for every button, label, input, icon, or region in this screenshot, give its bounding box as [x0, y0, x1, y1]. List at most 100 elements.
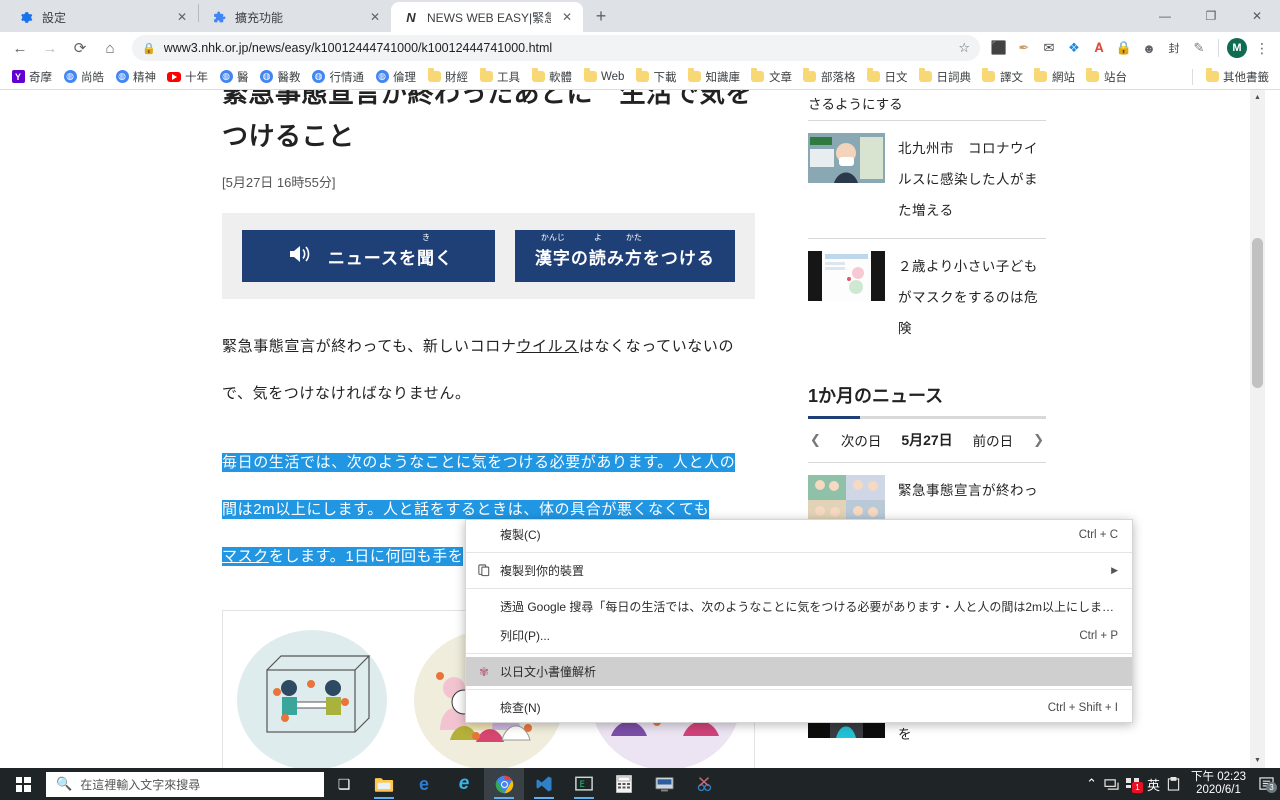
adobe-acrobat-extension-icon[interactable]: 𝐀 — [1088, 37, 1110, 59]
bookmark-folder[interactable]: 日文 — [861, 67, 912, 87]
bookmark-item[interactable]: ◍ 尚皓 — [58, 67, 109, 87]
eyedropper-extension-icon[interactable]: ✒ — [1013, 37, 1035, 59]
language-indicator[interactable]: 英 — [1147, 775, 1160, 794]
bookmark-folder[interactable]: 工具 — [474, 67, 525, 87]
search-icon: 🔍 — [56, 776, 73, 791]
taskbar-calculator[interactable] — [604, 768, 644, 800]
close-icon[interactable]: ✕ — [367, 9, 383, 25]
taskbar-remote-desktop[interactable] — [644, 768, 684, 800]
bookmark-folder[interactable]: Web — [578, 68, 629, 86]
taskbar-snipping-tool[interactable] — [684, 768, 724, 800]
close-icon[interactable]: ✕ — [174, 9, 190, 25]
taskbar-chrome[interactable] — [484, 768, 524, 800]
virus-link[interactable]: ウイルス — [516, 338, 578, 355]
tab-extensions[interactable]: 擴充功能 ✕ — [199, 2, 391, 32]
ime-icon[interactable]: 1 — [1126, 777, 1143, 793]
bookmark-item[interactable]: ◍ 行情通 — [307, 67, 370, 87]
bookmark-item[interactable]: ◍ 倫理 — [370, 67, 421, 87]
next-day-link[interactable]: 次の日 — [841, 430, 882, 450]
taskbar-edge-legacy[interactable]: e — [444, 768, 484, 800]
bookmark-folder[interactable]: 站台 — [1081, 67, 1132, 87]
screenshot-extension-icon[interactable]: ⬛ — [988, 37, 1010, 59]
day-navigation: ❮ 次の日 5月27日 前の日 ❯ — [808, 419, 1046, 463]
taskbar-edge-chromium[interactable]: e — [404, 768, 444, 800]
minimize-button[interactable]: — — [1142, 0, 1188, 32]
lastpass-extension-icon[interactable]: 🔒 — [1113, 37, 1135, 59]
new-tab-button[interactable]: + — [587, 2, 615, 30]
bookmark-folder[interactable]: 知識庫 — [682, 67, 745, 87]
clock[interactable]: 下午 02:23 2020/6/1 — [1187, 771, 1250, 797]
tab-settings[interactable]: 設定 ✕ — [6, 2, 198, 32]
bookmark-item[interactable]: Y 奇摩 — [6, 67, 57, 87]
window-close-button[interactable]: ✕ — [1234, 0, 1280, 32]
search-input[interactable]: 🔍 在這裡輸入文字來搜尋 — [46, 771, 324, 797]
seal-extension-icon[interactable]: 封 — [1163, 37, 1185, 59]
bookmark-folder[interactable]: 日詞典 — [913, 67, 976, 87]
other-bookmarks-folder[interactable]: 其他書籤 — [1200, 67, 1274, 87]
scrollbar-thumb[interactable] — [1252, 238, 1263, 388]
context-menu-item-copy[interactable]: 複製(C) Ctrl + C — [466, 520, 1132, 549]
context-menu-shortcut: Ctrl + P — [1079, 629, 1118, 642]
back-icon[interactable]: ← — [6, 34, 34, 62]
bookmarks-bar: Y 奇摩 ◍ 尚皓 ◍ 精神 十年 ◍ 醫 ◍ 醫教 ◍ 行情通 ◍ 倫理 財經 工具 軟體 … — [0, 64, 1280, 90]
prev-day-link[interactable]: 前の日 — [973, 430, 1014, 450]
bookmark-folder[interactable]: 軟體 — [526, 67, 577, 87]
mask-link[interactable]: マスク — [222, 547, 269, 566]
magnifier-extension-icon[interactable]: ✎ — [1188, 37, 1210, 59]
bookmark-folder[interactable]: 文章 — [746, 67, 797, 87]
chat-extension-icon[interactable]: ☻ — [1138, 37, 1160, 59]
reload-icon[interactable]: ⟳ — [66, 34, 94, 62]
bookmark-folder[interactable]: 下載 — [630, 67, 681, 87]
home-icon[interactable]: ⌂ — [96, 34, 124, 62]
scroll-up-icon[interactable]: ▲ — [1250, 90, 1265, 105]
chevron-right-icon[interactable]: ❯ — [1033, 432, 1044, 448]
bookmark-item[interactable]: ◍ 醫教 — [255, 67, 306, 87]
svg-text:E: E — [580, 780, 585, 790]
mail-extension-icon[interactable]: ✉ — [1038, 37, 1060, 59]
sidebar-news-item[interactable]: 北九州市 コロナウイルスに感染した人がまた増える — [808, 120, 1046, 238]
forward-icon[interactable]: → — [36, 34, 64, 62]
address-bar[interactable]: 🔒 www3.nhk.or.jp/news/easy/k100124447410… — [132, 35, 980, 61]
bookmark-folder[interactable]: 網站 — [1029, 67, 1080, 87]
yahoo-icon: Y — [11, 70, 25, 84]
context-menu-item-japanese-parser[interactable]: ✾ 以日文小書僮解析 — [466, 657, 1132, 686]
listen-news-button[interactable]: ニュースを聞きく — [242, 230, 495, 282]
bookmark-folder[interactable]: 財經 — [422, 67, 473, 87]
taskbar-terminal-app[interactable]: E — [564, 768, 604, 800]
bookmark-item[interactable]: ◍ 醫 — [214, 67, 254, 87]
context-menu-item-inspect[interactable]: 檢查(N) Ctrl + Shift + I — [466, 693, 1132, 722]
bookmark-folder[interactable]: 譯文 — [977, 67, 1028, 87]
tab-nhk-news[interactable]: N NEWS WEB EASY|緊急事態宣言 ✕ — [391, 2, 583, 32]
taskbar-task-view[interactable]: ❏ — [324, 768, 364, 800]
tab-title: 設定 — [42, 10, 67, 25]
chevron-left-icon[interactable]: ❮ — [810, 432, 821, 448]
page-scrollbar[interactable]: ▲ ▼ — [1250, 90, 1265, 768]
bookmark-star-icon[interactable]: ☆ — [958, 40, 970, 56]
network-icon[interactable] — [1104, 778, 1119, 791]
notification-icon[interactable]: 3 — [1259, 777, 1277, 793]
bookmark-label: 精神 — [133, 71, 156, 84]
listen-news-label: ニュースを聞きく — [327, 232, 453, 268]
chrome-menu-icon[interactable]: ⋮ — [1250, 34, 1274, 62]
bookmark-item[interactable]: ◍ 精神 — [110, 67, 161, 87]
dropbox-extension-icon[interactable]: ❖ — [1063, 37, 1085, 59]
avatar[interactable]: M — [1227, 38, 1247, 58]
scroll-down-icon[interactable]: ▼ — [1250, 753, 1265, 768]
start-button[interactable] — [0, 768, 46, 800]
close-icon[interactable]: ✕ — [559, 9, 575, 25]
ruby-kanji: かんじ — [540, 232, 565, 242]
tray-expand-icon[interactable]: ⌃ — [1086, 776, 1097, 792]
context-menu-item-send-to-device[interactable]: 複製到你的裝置 ▶ — [466, 556, 1132, 585]
sidebar-news-item[interactable]: ２歳より小さい子どもがマスクをするのは危険 — [808, 238, 1046, 356]
context-menu-item-print[interactable]: 列印(P)... Ctrl + P — [466, 621, 1132, 650]
taskbar-vscode[interactable] — [524, 768, 564, 800]
bookmark-folder[interactable]: 部落格 — [798, 67, 861, 87]
context-menu-item-google-search[interactable]: 透過 Google 搜尋「每日の生活では、次のようなことに気をつける必要がありま… — [466, 592, 1132, 621]
taskbar-file-explorer[interactable] — [364, 768, 404, 800]
bookmark-item[interactable]: 十年 — [162, 67, 213, 87]
add-furigana-label: 漢字 かんじ の読よみ方 かた をつける — [534, 232, 715, 268]
maximize-button[interactable]: ❐ — [1188, 0, 1234, 32]
clipboard-icon[interactable] — [1167, 777, 1180, 791]
speaker-icon — [288, 244, 314, 268]
add-furigana-button[interactable]: 漢字 かんじ の読よみ方 かた をつける — [514, 230, 735, 282]
